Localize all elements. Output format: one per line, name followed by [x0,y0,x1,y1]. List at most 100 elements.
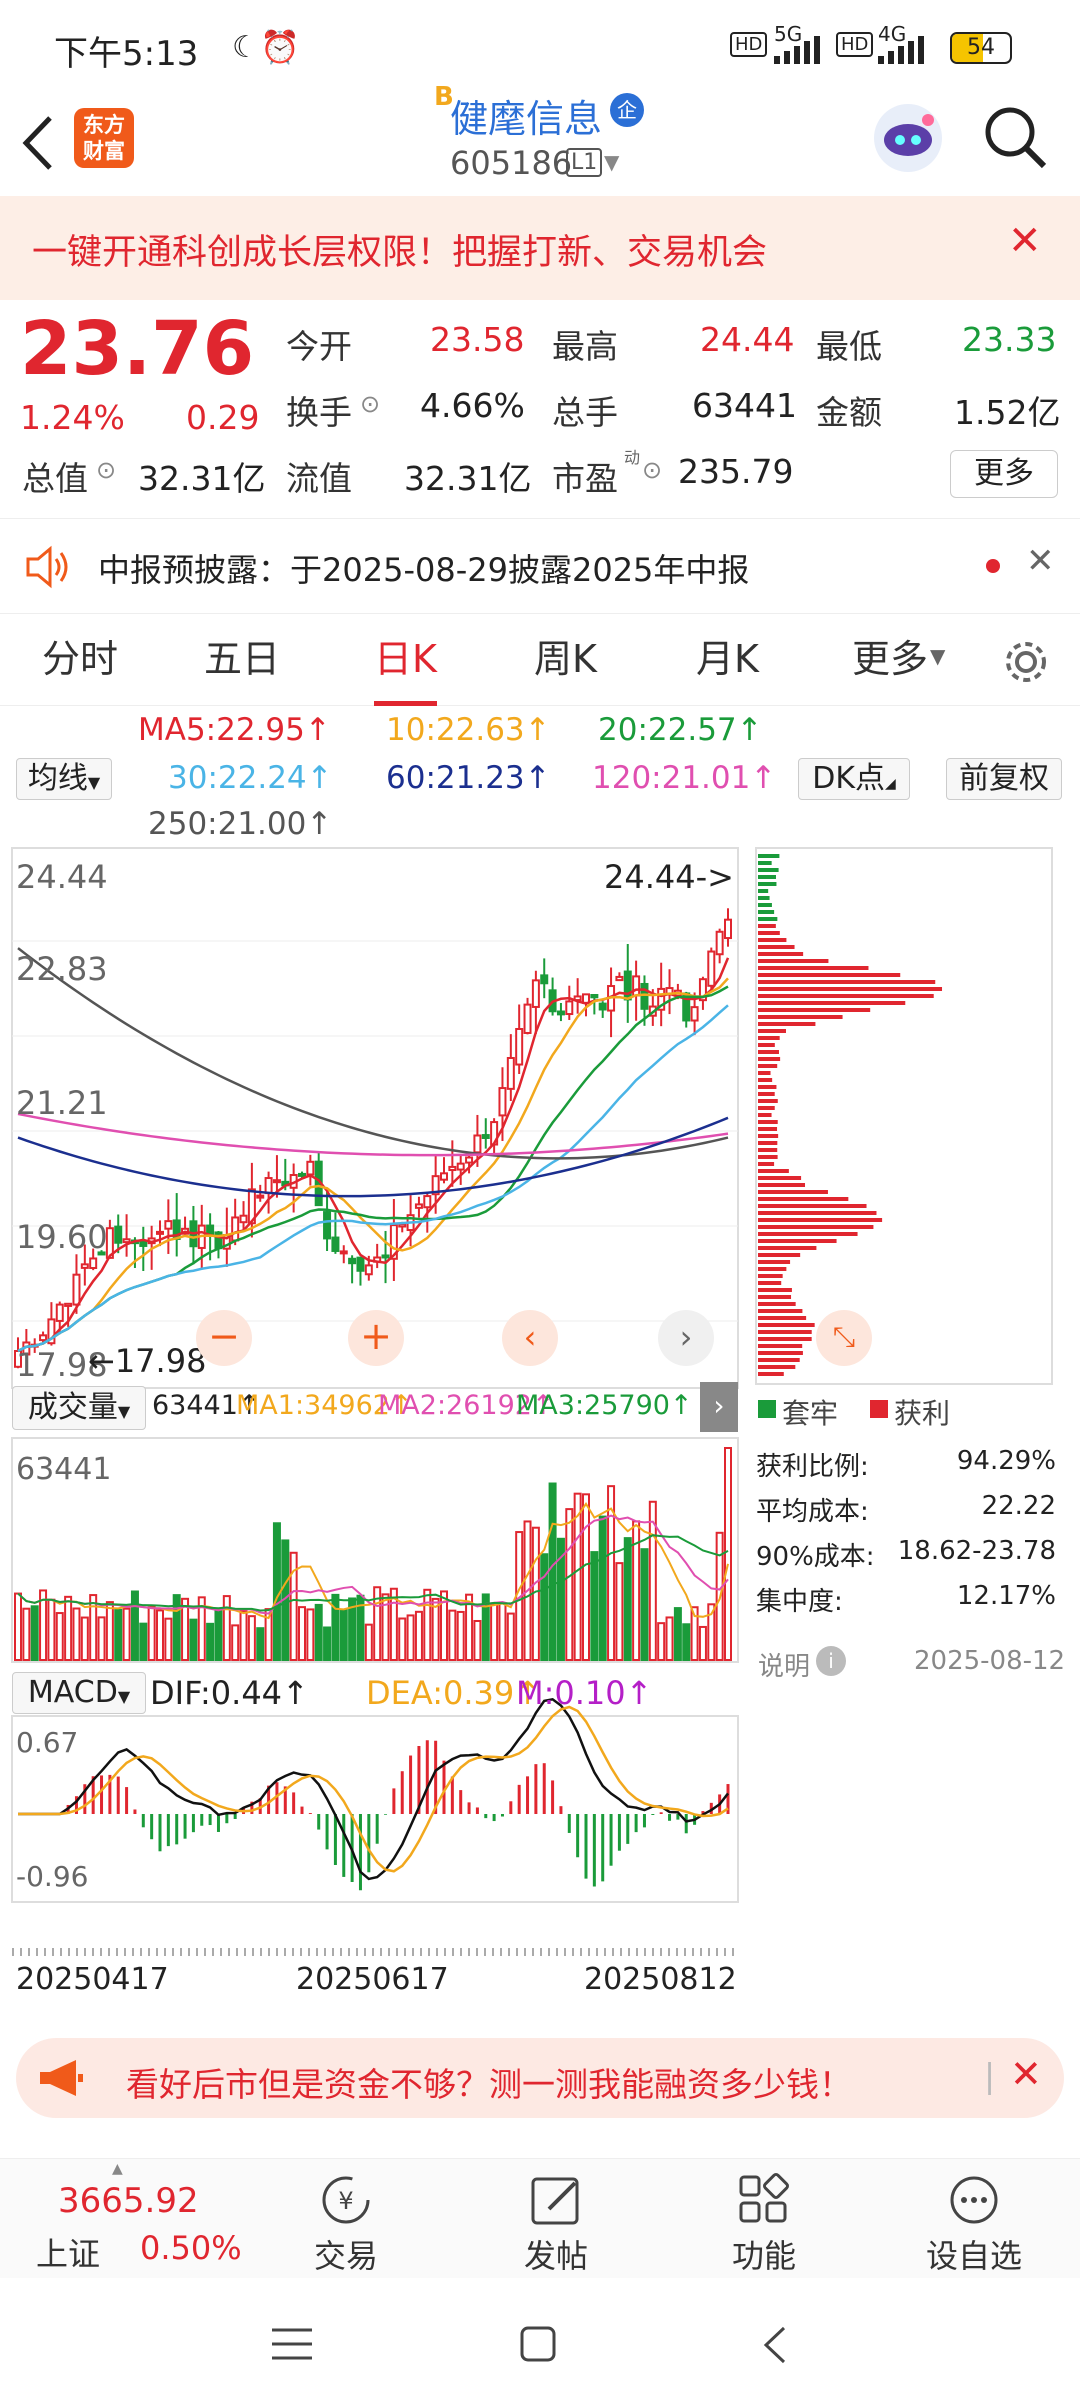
pe-value: 235.79 [678,452,794,491]
scroll-right-button[interactable]: › [658,1310,714,1366]
close-icon-3[interactable]: ✕ [1010,2052,1042,2096]
date-label: 20250617 [296,1962,449,1997]
volume-bar [724,1447,732,1661]
index-name[interactable]: 上证 [36,2229,100,2275]
promo-banner[interactable]: 一键开通科创成长层权限！把握打新、交易机会 ✕ [0,196,1080,300]
chip-bar [758,1071,771,1075]
info-icon-3[interactable]: ⊙ [642,456,662,484]
chip-bar [758,1351,803,1355]
back-icon[interactable] [18,108,58,178]
level-badge[interactable]: L1 [566,148,603,177]
caret-down-icon[interactable]: ▼ [930,644,945,668]
volume-bar [247,1615,256,1662]
info-icon-4[interactable]: i [816,1646,846,1676]
dif-value: DIF:0.44↑ [150,1674,309,1712]
robot-assistant-icon[interactable] [870,100,946,176]
chip-bar [758,1267,787,1271]
enterprise-tag: 企 [610,93,644,127]
volume-bar [206,1622,215,1661]
more-button[interactable]: 更多 [950,450,1058,498]
chip-bar [758,980,936,984]
search-icon[interactable] [980,102,1050,172]
vol-ma3: MA3:25790↑ [516,1390,693,1421]
zoom-in-button[interactable]: + [348,1310,404,1366]
chip-bar [758,1176,802,1180]
volume-bar [498,1602,507,1662]
gear-icon[interactable] [1002,638,1050,686]
candle-body [339,1250,348,1255]
pe-label: 市盈 [552,459,618,498]
expand-icon[interactable]: ⤡ [816,1310,872,1366]
candle-body [239,1214,248,1224]
candle-body [306,1160,315,1176]
close-icon-2[interactable]: ✕ [1026,541,1055,581]
financing-ad[interactable]: 看好后市但是资金不够？测一测我能融资多少钱！ | ✕ [16,2038,1064,2118]
dea-value: DEA:0.39↑ [366,1674,542,1712]
mcap-label: 总值 [22,459,88,498]
tab-weekly-k[interactable]: 周K [534,616,597,706]
volume-bar [590,1551,599,1662]
note-label[interactable]: 说明 [758,1646,810,1683]
expand-arrow-icon[interactable]: › [700,1382,738,1432]
app-logo[interactable]: 东方 财富 [74,108,134,168]
chip-stat-row: 获利比例: 94.29% [756,1446,1056,1482]
info-icon[interactable]: ⊙ [96,456,116,484]
post-button[interactable]: 发帖 [476,2159,636,2277]
adjust-button[interactable]: 前复权 [946,758,1062,800]
volume-bar [598,1515,607,1662]
volume-bar [114,1608,123,1662]
tab-more[interactable]: 更多 [852,616,928,706]
alarm-icon: ⏰ [260,28,300,66]
candle-body [256,1194,265,1199]
svg-text:¥: ¥ [338,2187,353,2215]
function-button[interactable]: 功能 [684,2159,844,2277]
more-dots-icon [950,2176,998,2224]
tab-five-day[interactable]: 五日 [204,616,280,706]
chip-stats: 获利比例: 94.29% 平均成本: 22.22 90%成本: 18.62-23.78… [756,1446,1056,1626]
volume-bar [406,1614,415,1661]
volume-bar [72,1607,81,1662]
macd-indicator-select[interactable]: MACD▼ [12,1672,146,1714]
volume-label: 总手 [552,393,618,432]
bottom-toolbar: ▲ 3665.92 上证 0.50% ¥ 交易 发帖 功能 设自选 [0,2158,1080,2278]
candle-body [55,1303,64,1322]
price-tick: 21.21 [16,1084,108,1122]
tab-monthly-k[interactable]: 月K [696,616,759,706]
quote-panel: 23.76 1.24% 0.29 总值 ⊙ 32.31亿 今开 23.58 最高… [0,300,1080,510]
indicator-select[interactable]: 均线▼ [16,758,112,800]
zoom-out-button[interactable]: − [196,1310,252,1366]
date-label: 20250417 [16,1962,169,1997]
stock-name[interactable]: 健麾信息 [450,88,602,143]
index-value[interactable]: 3665.92 [58,2181,199,2221]
tab-daily-k[interactable]: 日K [374,616,437,706]
kline-area[interactable]: 24.44 22.83 21.21 19.60 17.98 24.44-> ←1… [0,846,1080,2016]
info-icon-2[interactable]: ⊙ [360,390,380,418]
candle-body [323,1211,332,1240]
hold-legend-swatch [758,1400,776,1418]
ma10-value: 10:22.63↑ [386,712,551,748]
signal-icon [774,36,820,64]
trade-button[interactable]: ¥ 交易 [266,2159,426,2277]
home-icon[interactable] [518,2324,558,2364]
menu-icon[interactable] [270,2326,314,2362]
scroll-left-button[interactable]: ‹ [502,1310,558,1366]
volume-axis-top: 63441 [16,1452,112,1487]
chip-bar [758,1344,803,1348]
close-icon[interactable]: ✕ [1008,218,1042,264]
add-watchlist-button[interactable]: 设自选 [894,2159,1054,2277]
volume-indicator-select[interactable]: 成交量▼ [12,1386,146,1430]
chip-bar [758,868,779,872]
volume-bar [673,1607,682,1662]
tab-intraday[interactable]: 分时 [42,616,118,706]
earnings-notice[interactable]: 中报预披露：于2025-08-29披露2025年中报 ✕ [0,518,1080,614]
chip-bar [758,1288,792,1292]
system-nav-bar [0,2290,1080,2400]
volume-bar [698,1625,707,1661]
candle-body [114,1225,123,1244]
volume-bar [47,1598,56,1661]
chevron-down-icon[interactable]: ▼ [604,150,619,174]
chip-bar [758,1197,849,1201]
dk-button[interactable]: DK点◢ [798,758,910,800]
candle-body [423,1195,432,1209]
back-nav-icon[interactable] [760,2324,790,2366]
